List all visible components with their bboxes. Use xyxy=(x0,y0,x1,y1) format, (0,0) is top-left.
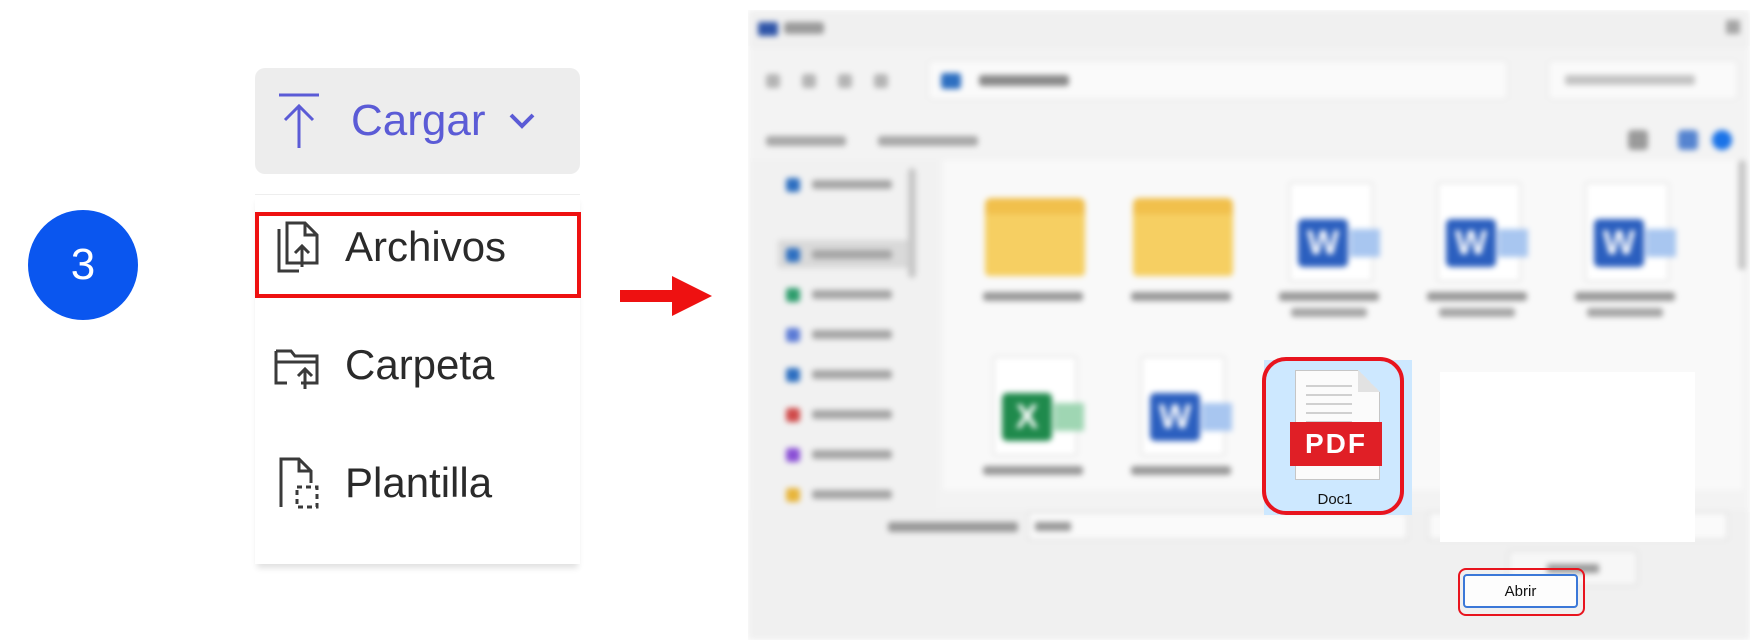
preview-pane-icon[interactable] xyxy=(1678,130,1698,150)
chevron-down-icon xyxy=(509,113,534,129)
nav-item[interactable] xyxy=(778,440,908,468)
folder-upload-icon xyxy=(274,349,319,389)
up-folder-icon[interactable] xyxy=(874,74,888,88)
template-icon xyxy=(279,457,319,509)
file-list-scrollbar[interactable] xyxy=(1738,160,1746,270)
search-placeholder xyxy=(1565,75,1695,85)
upload-menu: Cargar Archivos Carpeta Plantilla xyxy=(255,68,580,568)
pdf-highlight-box xyxy=(1262,357,1404,515)
app-icon xyxy=(758,22,778,36)
forward-icon[interactable] xyxy=(802,74,816,88)
word-file-item[interactable]: W xyxy=(1565,174,1685,324)
filename-input[interactable] xyxy=(1028,512,1408,540)
dialog-blurred-content: W W W X W xyxy=(748,10,1750,640)
nav-pane-scrollbar[interactable] xyxy=(908,168,916,278)
nav-item[interactable] xyxy=(778,360,908,388)
view-icon[interactable] xyxy=(1628,130,1648,150)
files-highlight-box xyxy=(255,212,581,298)
open-button-highlight-box xyxy=(1458,568,1585,616)
upload-button[interactable]: Cargar xyxy=(255,68,580,174)
word-file-item[interactable]: W xyxy=(1269,174,1389,324)
word-file-item[interactable]: W xyxy=(1417,174,1537,324)
filename-label xyxy=(888,522,1018,532)
nav-item[interactable] xyxy=(778,170,908,198)
address-path xyxy=(979,75,1069,86)
nav-item[interactable] xyxy=(778,280,908,308)
step-number: 3 xyxy=(70,240,96,289)
menu-item-folder-label: Carpeta xyxy=(345,341,495,388)
nav-item[interactable] xyxy=(778,480,908,508)
nav-item[interactable] xyxy=(778,400,908,428)
close-icon[interactable] xyxy=(1726,20,1740,34)
dialog-title-bar xyxy=(748,10,1750,48)
menu-item-template[interactable]: Plantilla xyxy=(255,443,580,523)
navigation-pane xyxy=(748,160,938,560)
menu-item-template-label: Plantilla xyxy=(345,459,493,506)
recent-icon[interactable] xyxy=(838,74,852,88)
word-file-item[interactable]: W xyxy=(1121,348,1241,498)
tutorial-stage: 3 Cargar Archivos Carpeta Plantilla W W … xyxy=(0,0,1750,642)
arrow-right-icon xyxy=(620,276,712,316)
folder-item[interactable] xyxy=(1121,174,1241,324)
folder-icon xyxy=(941,73,961,89)
new-folder-button[interactable] xyxy=(878,136,978,146)
open-file-dialog: W W W X W xyxy=(748,10,1750,640)
organize-button[interactable] xyxy=(766,136,846,146)
nav-item[interactable] xyxy=(778,240,908,268)
back-icon[interactable] xyxy=(766,74,780,88)
command-bar xyxy=(748,122,1750,158)
upload-icon xyxy=(279,93,319,148)
menu-item-folder[interactable]: Carpeta xyxy=(255,325,580,405)
step-number-badge: 3 xyxy=(28,210,138,320)
preview-blank-area xyxy=(1440,372,1695,542)
upload-button-label: Cargar xyxy=(351,96,486,145)
help-icon[interactable] xyxy=(1712,130,1732,150)
nav-item[interactable] xyxy=(778,320,908,348)
search-input[interactable] xyxy=(1548,60,1738,100)
dialog-title xyxy=(784,22,824,34)
excel-file-item[interactable]: X xyxy=(973,348,1093,498)
folder-item[interactable] xyxy=(973,174,1093,324)
navigation-bar xyxy=(748,60,1750,104)
address-bar[interactable] xyxy=(928,60,1508,100)
